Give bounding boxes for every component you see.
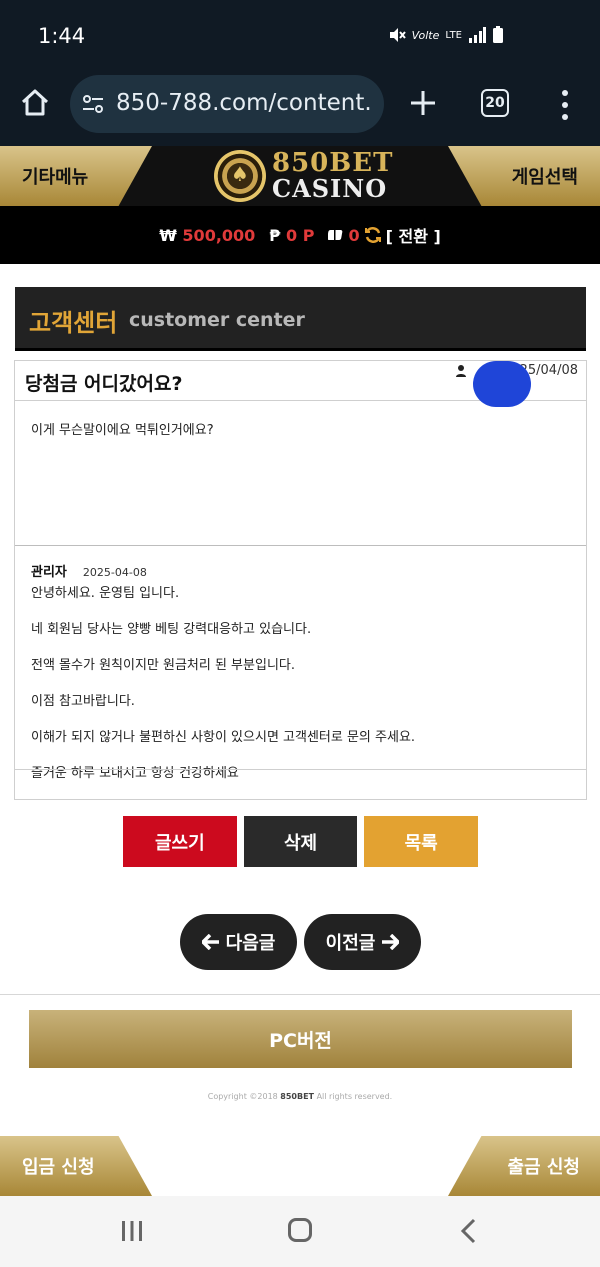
battery-icon [493, 26, 503, 43]
copyright-suffix: All rights reserved. [316, 1092, 393, 1101]
post-body: 이게 무슨말이에요 먹튀인거에요? [31, 423, 214, 438]
reply-line: 전액 몰수가 원칙이지만 원금처리 된 부분입니다. [31, 658, 295, 673]
post-actions: 글쓰기 삭제 목록 [123, 816, 479, 867]
browser-toolbar: 850-788.com/content. 20 [0, 68, 600, 146]
write-button[interactable]: 글쓰기 [123, 816, 237, 867]
post-bottom-divider [15, 769, 586, 770]
arrow-left-icon [201, 934, 219, 950]
reply-line: 이해가 되지 않거나 불편하신 사항이 있으시면 고객센터로 문의 주세요. [31, 730, 416, 745]
arrow-right-icon [382, 934, 400, 950]
pc-version-button[interactable]: PC버전 [29, 1010, 572, 1068]
volte-label: Volte [411, 28, 440, 42]
delete-button[interactable]: 삭제 [243, 816, 358, 867]
casino-chip-icon: ♠ [214, 150, 266, 202]
reply-author: 관리자 [31, 565, 67, 580]
next-post-button[interactable]: 다음글 [180, 914, 297, 970]
lte-label: LTE [445, 29, 462, 41]
reply-header: 관리자 2025-04-08 [31, 561, 571, 580]
withdraw-request-button[interactable]: 출금 신청 [448, 1136, 600, 1196]
more-options-icon[interactable] [556, 88, 574, 122]
redaction-mark [473, 361, 531, 407]
previous-post-button[interactable]: 이전글 [304, 914, 421, 970]
system-home-icon[interactable] [288, 1218, 312, 1242]
address-bar[interactable]: 850-788.com/content. [70, 75, 384, 133]
system-navigation-bar [0, 1196, 600, 1267]
footer-divider [0, 994, 600, 995]
chip-amount: 0 [348, 225, 360, 245]
site-header: 기타메뉴 ♠ 850BET CASINO 게임선택 [0, 146, 600, 206]
copyright-brand: 850BET [280, 1092, 315, 1101]
game-select-button[interactable]: 게임선택 [448, 146, 600, 206]
won-icon: ₩ [159, 225, 177, 245]
reply-divider [15, 545, 586, 546]
cash-balance: ₩ 500,000 [159, 226, 255, 245]
status-icons: Volte LTE [388, 26, 504, 44]
customer-center-header: 고객센터 customer center [15, 287, 586, 351]
home-icon[interactable] [20, 88, 50, 118]
reply-line: 즐거운 하루 보내시고 항상 건강하세요 [31, 766, 239, 781]
reply-line: 안녕하세요. 운영팀 입니다. [31, 586, 180, 601]
deposit-request-button[interactable]: 입금 신청 [0, 1136, 152, 1196]
user-icon [455, 364, 466, 377]
post-title: 당첨금 어디갔어요? [25, 373, 183, 395]
post-view: 당첨금 어디갔어요? 25/04/08 이게 무슨말이에요 먹튀인거에요? 관리… [14, 360, 587, 800]
back-icon[interactable] [458, 1218, 478, 1244]
reply-date: 2025-04-08 [82, 566, 147, 579]
reply-line: 네 회원님 당사는 양빵 베팅 강력대응하고 있습니다. [31, 622, 312, 637]
site-settings-icon[interactable] [82, 93, 104, 115]
previous-post-label: 이전글 [325, 933, 376, 954]
copyright-prefix: Copyright ©2018 [207, 1092, 278, 1101]
status-bar: 1:44 Volte LTE [0, 0, 600, 68]
site-logo[interactable]: ♠ 850BET CASINO [214, 148, 394, 204]
tab-switcher-button[interactable]: 20 [481, 89, 509, 117]
point-amount: 0 P [286, 225, 315, 245]
url-text: 850-788.com/content. [116, 90, 372, 116]
cash-amount: 500,000 [182, 225, 256, 245]
convert-button[interactable]: [ 전환 ] [386, 223, 441, 247]
customer-center-title: 고객센터 [29, 309, 118, 337]
admin-reply: 관리자 2025-04-08 안녕하세요. 운영팀 입니다. 네 회원님 당사는… [31, 561, 571, 781]
recent-apps-icon[interactable] [120, 1220, 144, 1242]
new-tab-icon[interactable] [408, 88, 438, 118]
ticket-icon [328, 230, 343, 240]
next-post-label: 다음글 [225, 933, 276, 954]
reply-line: 이점 참고바랍니다. [31, 694, 135, 709]
signal-icon [469, 27, 486, 43]
logo-line2: CASINO [272, 174, 388, 203]
chip-balance: 0 [ 전환 ] [328, 223, 441, 247]
etc-menu-button[interactable]: 기타메뉴 [0, 146, 152, 206]
point-icon: ₱ [269, 225, 281, 245]
balance-bar: ₩ 500,000 ₱ 0 P 0 [ 전환 ] [0, 206, 600, 264]
copyright: Copyright ©2018 850BET All rights reserv… [0, 1092, 600, 1101]
mute-icon [389, 28, 406, 42]
point-balance: ₱ 0 P [269, 226, 314, 245]
refresh-icon[interactable] [364, 226, 382, 244]
status-time: 1:44 [38, 24, 86, 48]
customer-center-subtitle: customer center [129, 309, 305, 331]
list-button[interactable]: 목록 [364, 816, 479, 867]
